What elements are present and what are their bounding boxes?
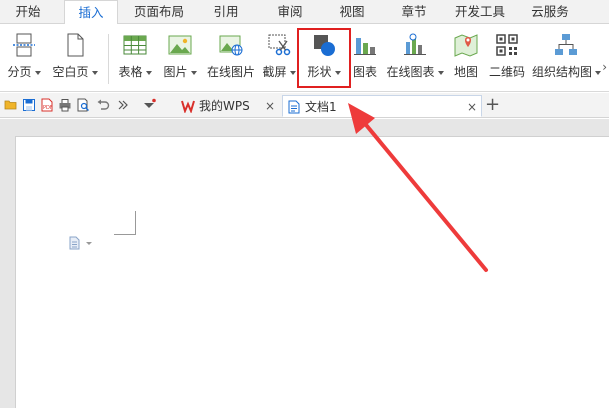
table-button[interactable]: 表格 [114,30,156,86]
map-icon [454,34,478,57]
chevron-down-icon [34,70,41,75]
print-icon[interactable] [58,98,72,112]
chevron-down-icon [595,70,602,75]
svg-text:PDF: PDF [43,105,53,111]
tab-my-wps-label: 我的WPS [199,99,250,113]
document-page[interactable] [15,136,609,408]
page-break-label: 分页 [7,65,32,79]
export-pdf-icon[interactable]: PDF [40,98,54,112]
online-chart-button[interactable]: 在线图表 [384,30,446,86]
qr-code-button[interactable]: 二维码 [485,30,529,86]
tab-my-wps[interactable]: 我的WPS × [175,95,281,117]
menu-tab-references[interactable]: 引用 [204,0,248,24]
menu-tab-home[interactable]: 开始 [6,0,50,24]
save-icon[interactable] [22,98,36,112]
print-preview-icon[interactable] [76,98,90,112]
page-break-icon [13,33,35,57]
menu-tab-page-layout[interactable]: 页面布局 [128,0,190,24]
paragraph-layout-icon[interactable] [68,236,96,250]
blank-page-label: 空白页 [52,65,89,79]
close-icon[interactable]: × [265,95,275,117]
page-break-button[interactable]: 分页 [2,30,46,86]
picture-button[interactable]: 图片 [158,30,202,86]
menu-tab-developer[interactable]: 开发工具 [450,0,510,24]
online-picture-label: 在线图片 [206,65,255,79]
picture-icon [168,35,192,55]
scissors-icon [268,34,291,56]
document-icon [288,100,300,114]
menu-tab-review[interactable]: 审阅 [268,0,312,24]
chevron-down-icon [190,70,197,75]
chart-label: 图表 [352,65,377,79]
new-tab-button[interactable]: + [485,94,500,116]
tab-document-1-label: 文档1 [305,100,337,114]
screenshot-label: 截屏 [262,65,287,79]
document-workspace [0,119,609,408]
blank-page-icon [67,33,84,57]
customize-dropdown-icon[interactable] [142,98,156,112]
online-picture-button[interactable]: 在线图片 [204,30,258,86]
org-chart-button[interactable]: 组织结构图 [532,30,602,86]
online-picture-icon [219,35,243,56]
map-button[interactable]: 地图 [450,30,482,86]
close-icon[interactable]: × [467,96,477,118]
chevron-down-icon [91,70,98,75]
table-icon [123,35,147,55]
menu-tab-section[interactable]: 章节 [392,0,436,24]
menu-bar: 开始 插入 页面布局 引用 审阅 视图 章节 开发工具 云服务 [0,0,609,25]
menu-tab-cloud[interactable]: 云服务 [522,0,578,24]
ribbon-scroll-right-icon[interactable]: › [602,60,607,74]
online-chart-icon [404,33,426,55]
qr-code-icon [496,34,518,56]
picture-label: 图片 [163,65,188,79]
ribbon-divider [108,34,109,84]
org-chart-icon [555,34,577,55]
shape-highlight-box [297,28,351,88]
document-tab-bar: PDF 我的WPS × 文档1 × + [0,93,609,118]
qr-code-label: 二维码 [488,65,525,79]
chevron-down-icon [437,70,444,75]
blank-page-button[interactable]: 空白页 [48,30,102,86]
chevron-down-icon [289,70,296,75]
tab-document-1[interactable]: 文档1 × [282,95,482,117]
menu-tab-insert[interactable]: 插入 [64,0,118,25]
online-chart-label: 在线图表 [386,65,435,79]
menu-tab-view[interactable]: 视图 [330,0,374,24]
page-margin-corner-mark [114,211,136,235]
undo-icon[interactable] [96,98,110,112]
table-label: 表格 [118,65,143,79]
redo-icon[interactable] [116,98,130,112]
screenshot-button[interactable]: 截屏 [260,30,298,86]
chart-button[interactable]: 图表 [348,30,382,86]
org-chart-label: 组织结构图 [532,65,593,79]
bar-chart-icon [354,38,376,55]
wps-logo-icon [181,100,195,113]
map-label: 地图 [453,65,478,79]
chevron-down-icon [145,70,152,75]
open-folder-icon[interactable] [4,98,18,112]
